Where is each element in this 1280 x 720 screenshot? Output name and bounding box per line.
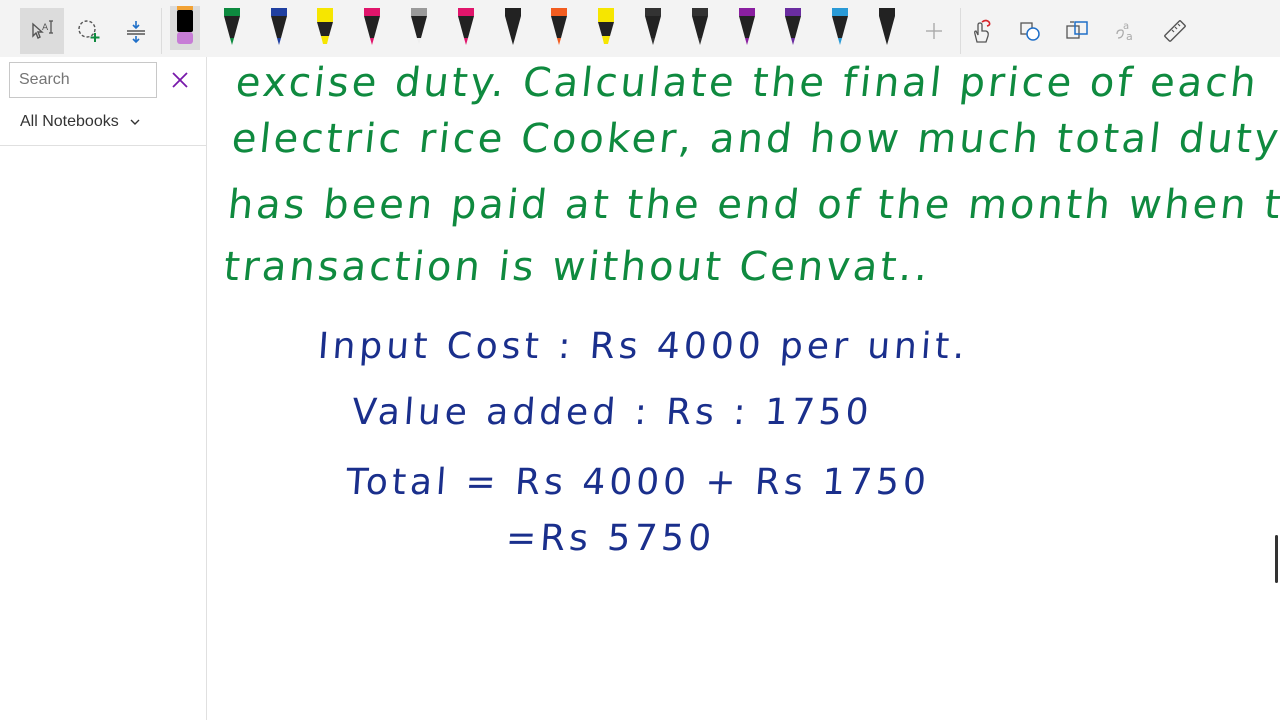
chevron-down-icon — [130, 119, 140, 125]
add-pen-button[interactable] — [912, 8, 956, 54]
pen-icon — [271, 8, 287, 45]
pen-16-pen[interactable] — [872, 6, 902, 50]
pen-icon — [832, 8, 848, 45]
question-line: excise duty. Calculate the final price o… — [233, 60, 1262, 106]
ink-to-math-button[interactable]: a a — [1104, 8, 1148, 54]
ink-to-text-button[interactable] — [1055, 8, 1099, 54]
touch-draw-button[interactable] — [959, 8, 1003, 54]
pen-7-pen[interactable] — [451, 6, 481, 50]
pen-8-pen[interactable] — [498, 6, 528, 50]
pen-14-pen[interactable] — [778, 6, 808, 50]
ruler-button[interactable] — [1153, 8, 1197, 54]
svg-text:A: A — [42, 23, 49, 33]
ruler-icon — [1164, 20, 1186, 42]
note-canvas[interactable]: excise duty. Calculate the final price o… — [208, 57, 1280, 720]
sidebar-divider — [0, 145, 206, 146]
solution-line: Value added : Rs : 1750 — [350, 392, 874, 433]
marker-icon — [177, 6, 193, 44]
hand-draw-icon — [974, 19, 991, 43]
search-input[interactable] — [9, 62, 157, 98]
pen-15-pen[interactable] — [825, 6, 855, 50]
pen-10-highlighter[interactable] — [591, 6, 621, 50]
pen-icon — [739, 8, 755, 45]
plus-icon — [926, 23, 942, 39]
add-shape-select-button[interactable] — [67, 8, 111, 54]
pen-11-pen[interactable] — [638, 6, 668, 50]
question-line: electric rice Cooker, and how much total… — [229, 116, 1280, 162]
add-space-button[interactable] — [114, 8, 158, 54]
pen-3-pen[interactable] — [264, 6, 294, 50]
pen-5-pen[interactable] — [357, 6, 387, 50]
pen-icon — [458, 8, 474, 45]
ink-to-text-icon — [1066, 21, 1088, 39]
ink-to-shape-button[interactable] — [1008, 8, 1052, 54]
pen-13-pen[interactable] — [732, 6, 762, 50]
pen-2-pen[interactable] — [217, 6, 247, 50]
toolbar-separator — [161, 8, 162, 54]
svg-text:a: a — [1126, 30, 1133, 43]
highlighter-icon — [317, 8, 333, 44]
ink-to-math-icon: a a — [1116, 21, 1133, 43]
all-notebooks-label: All Notebooks — [20, 113, 119, 130]
pen-6-pencil[interactable] — [404, 6, 434, 50]
pen-4-highlighter[interactable] — [310, 6, 340, 50]
solution-line: Input Cost : Rs 4000 per unit. — [316, 326, 970, 367]
circle-plus-icon — [78, 20, 100, 42]
pen-icon — [785, 8, 801, 45]
close-search-button[interactable] — [168, 68, 192, 92]
solution-line: Total = Rs 4000 + Rs 1750 — [344, 462, 932, 503]
question-line: transaction is without Cenvat.. — [221, 244, 934, 290]
vertical-scrollbar[interactable] — [1275, 535, 1278, 583]
pen-icon — [645, 8, 661, 45]
pen-icon — [879, 8, 895, 45]
pen-icon — [224, 8, 240, 45]
ink-to-shape-icon — [1020, 22, 1040, 41]
draw-toolbar: A a a — [0, 0, 1280, 57]
solution-line: =Rs 5750 — [504, 518, 717, 559]
pen-9-pen[interactable] — [544, 6, 574, 50]
pen-icon — [364, 8, 380, 45]
insert-space-icon — [127, 21, 145, 44]
notebook-sidebar: All Notebooks — [0, 57, 207, 720]
pen-icon — [692, 8, 708, 45]
all-notebooks-dropdown[interactable]: All Notebooks — [20, 113, 141, 131]
lasso-select-button[interactable]: A — [20, 8, 64, 54]
pen-icon — [551, 8, 567, 45]
highlighter-icon — [598, 8, 614, 44]
close-icon — [172, 72, 188, 88]
pencil-icon — [411, 8, 427, 44]
pen-1-marker[interactable] — [170, 6, 200, 50]
question-line: has been paid at the end of the month wh… — [225, 182, 1280, 228]
pen-12-pen[interactable] — [685, 6, 715, 50]
pen-icon — [505, 8, 521, 45]
lasso-select-icon: A — [32, 20, 53, 39]
